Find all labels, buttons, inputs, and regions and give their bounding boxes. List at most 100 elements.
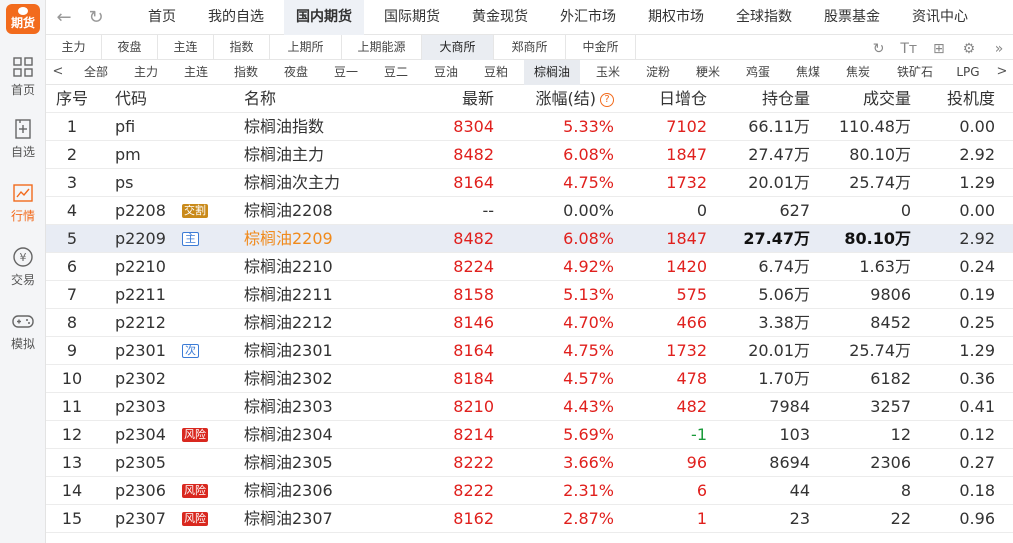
nav-tab-my-watchlist[interactable]: 我的自选 bbox=[196, 0, 276, 35]
sidebar-item-simulate[interactable]: 模拟 bbox=[0, 310, 46, 366]
header-daily-oi-change[interactable]: 日增仓 bbox=[626, 85, 707, 113]
table-row[interactable]: 1 pfi 棕榈油指数 8304 5.33% 7102 66.11万 110.48万 0.00 bbox=[46, 113, 1013, 141]
category-tab-night[interactable]: 夜盘 bbox=[276, 60, 316, 85]
category-tab-main[interactable]: 主力 bbox=[126, 60, 166, 85]
category-tab-soy-oil[interactable]: 豆油 bbox=[426, 60, 466, 85]
category-tab-all[interactable]: 全部 bbox=[76, 60, 116, 85]
table-row[interactable]: 2 pm 棕榈油主力 8482 6.08% 1847 27.47万 80.10万 2.92 bbox=[46, 141, 1013, 169]
exchange-tab-night[interactable]: 夜盘 bbox=[102, 35, 158, 60]
layout-grid-icon[interactable]: ⊞ bbox=[929, 40, 949, 58]
cell-code: p2301 bbox=[115, 341, 166, 360]
nav-tab-domestic-futures[interactable]: 国内期货 bbox=[284, 0, 364, 35]
nav-tab-home[interactable]: 首页 bbox=[134, 0, 190, 35]
header-name[interactable]: 名称 bbox=[244, 85, 404, 113]
header-volume[interactable]: 成交量 bbox=[816, 85, 911, 113]
table-row[interactable]: 7 p2211 棕榈油2211 8158 5.13% 575 5.06万 9806 0.19 bbox=[46, 281, 1013, 309]
sidebar-item-quotes[interactable]: 行情 bbox=[0, 182, 46, 238]
cell-daily-oi-change: 1 bbox=[696, 509, 707, 528]
category-tab-rice[interactable]: 粳米 bbox=[688, 60, 728, 85]
header-speculation[interactable]: 投机度 bbox=[926, 85, 995, 113]
header-change[interactable]: 涨幅(结)? bbox=[506, 85, 614, 113]
table-row[interactable]: 5 p2209 主 棕榈油2209 8482 6.08% 1847 27.47万 80.10万 2… bbox=[46, 225, 1013, 253]
table-row[interactable]: 13 p2305 棕榈油2305 8222 3.66% 96 8694 2306 0.27 bbox=[46, 449, 1013, 477]
table-row[interactable]: 15 p2307 风险 棕榈油2307 8162 2.87% 1 23 22 0.96 bbox=[46, 505, 1013, 533]
app-logo[interactable]: 期货 bbox=[6, 4, 40, 34]
table-row[interactable]: 6 p2210 棕榈油2210 8224 4.92% 1420 6.74万 1.63万 0.24 bbox=[46, 253, 1013, 281]
table-header: 序号 代码 名称 最新 涨幅(结)? 日增仓 持仓量 成交量 投机度 bbox=[46, 85, 1013, 113]
category-tab-index[interactable]: 指数 bbox=[226, 60, 266, 85]
category-tab-soybean2[interactable]: 豆二 bbox=[376, 60, 416, 85]
cell-volume: 0 bbox=[900, 201, 911, 220]
table-row[interactable]: 11 p2303 棕榈油2303 8210 4.43% 482 7984 3257 0.41 bbox=[46, 393, 1013, 421]
table-row[interactable]: 3 ps 棕榈油次主力 8164 4.75% 1732 20.01万 25.74万 1.29 bbox=[46, 169, 1013, 197]
cell-code: p2208 bbox=[115, 201, 166, 220]
nav-tab-forex[interactable]: 外汇市场 bbox=[548, 0, 628, 35]
category-tab-soy-meal[interactable]: 豆粕 bbox=[476, 60, 516, 85]
category-tab-starch[interactable]: 淀粉 bbox=[638, 60, 678, 85]
sidebar-item-watchlist[interactable]: 自选 bbox=[0, 118, 46, 174]
exchange-tab-main[interactable]: 主力 bbox=[46, 35, 102, 60]
cell-num: 12 bbox=[61, 425, 83, 444]
table-row[interactable]: 12 p2304 风险 棕榈油2304 8214 5.69% -1 103 12 0.12 bbox=[46, 421, 1013, 449]
cell-name: 棕榈油2301 bbox=[244, 341, 333, 360]
header-num[interactable]: 序号 bbox=[46, 85, 98, 113]
cell-change: 4.57% bbox=[563, 369, 614, 388]
table-row[interactable]: 9 p2301 次 棕榈油2301 8164 4.75% 1732 20.01万 25.74万 1… bbox=[46, 337, 1013, 365]
category-tab-continuous[interactable]: 主连 bbox=[176, 60, 216, 85]
table-row[interactable]: 4 p2208 交割 棕榈油2208 -- 0.00% 0 627 0 0.00 bbox=[46, 197, 1013, 225]
exchange-tab-index[interactable]: 指数 bbox=[214, 35, 270, 60]
refresh-icon[interactable]: ↻ bbox=[869, 40, 889, 58]
category-tab-soybean1[interactable]: 豆一 bbox=[326, 60, 366, 85]
grid-icon bbox=[13, 57, 33, 77]
category-tab-coke[interactable]: 焦炭 bbox=[838, 60, 878, 85]
cell-last: 8164 bbox=[453, 341, 494, 360]
cell-num: 1 bbox=[66, 117, 78, 136]
exchange-tab-ine[interactable]: 上期能源 bbox=[342, 35, 422, 60]
nav-tab-stocks-funds[interactable]: 股票基金 bbox=[812, 0, 892, 35]
cell-num: 13 bbox=[61, 453, 83, 472]
scroll-right-icon[interactable]: > bbox=[992, 60, 1012, 85]
cell-daily-oi-change: 1732 bbox=[666, 173, 707, 192]
cell-name: 棕榈油2208 bbox=[244, 201, 333, 220]
cell-last: 8214 bbox=[453, 425, 494, 444]
header-last[interactable]: 最新 bbox=[406, 85, 494, 113]
scroll-left-icon[interactable]: < bbox=[48, 60, 68, 85]
font-size-icon[interactable]: Tт bbox=[899, 40, 919, 58]
more-chevron-icon[interactable]: » bbox=[989, 40, 1009, 58]
cell-code: ps bbox=[115, 173, 134, 192]
header-code[interactable]: 代码 bbox=[115, 85, 185, 113]
exchange-tab-dce[interactable]: 大商所 bbox=[422, 35, 494, 60]
sidebar-item-label: 交易 bbox=[10, 273, 35, 287]
cell-volume: 110.48万 bbox=[839, 117, 911, 136]
exchange-tab-shfe[interactable]: 上期所 bbox=[270, 35, 342, 60]
sidebar-item-trade[interactable]: ¥ 交易 bbox=[0, 246, 46, 302]
header-open-interest[interactable]: 持仓量 bbox=[716, 85, 810, 113]
sidebar-item-home[interactable]: 首页 bbox=[0, 56, 46, 112]
table-row[interactable]: 8 p2212 棕榈油2212 8146 4.70% 466 3.38万 8452 0.25 bbox=[46, 309, 1013, 337]
left-sidebar: 期货 首页 自选 行情 ¥ 交易 模拟 bbox=[0, 0, 46, 543]
table-row[interactable]: 14 p2306 风险 棕榈油2306 8222 2.31% 6 44 8 0.18 bbox=[46, 477, 1013, 505]
nav-tab-intl-futures[interactable]: 国际期货 bbox=[372, 0, 452, 35]
back-arrow-icon[interactable]: ← bbox=[54, 8, 74, 28]
settings-gear-icon[interactable]: ⚙ bbox=[959, 40, 979, 58]
category-tab-egg[interactable]: 鸡蛋 bbox=[738, 60, 778, 85]
category-tab-coking-coal[interactable]: 焦煤 bbox=[788, 60, 828, 85]
exchange-tab-cffex[interactable]: 中金所 bbox=[566, 35, 636, 60]
reload-icon[interactable]: ↻ bbox=[86, 8, 106, 28]
nav-tab-news[interactable]: 资讯中心 bbox=[900, 0, 980, 35]
help-icon[interactable]: ? bbox=[600, 93, 614, 107]
category-tab-corn[interactable]: 玉米 bbox=[588, 60, 628, 85]
nav-tab-options[interactable]: 期权市场 bbox=[636, 0, 716, 35]
category-tab-lpg[interactable]: LPG bbox=[950, 60, 986, 85]
cell-change: 5.69% bbox=[563, 425, 614, 444]
category-tab-iron-ore[interactable]: 铁矿石 bbox=[888, 60, 942, 85]
category-tab-palm-oil[interactable]: 棕榈油 bbox=[524, 60, 580, 85]
exchange-tab-continuous[interactable]: 主连 bbox=[158, 35, 214, 60]
nav-tab-global-indices[interactable]: 全球指数 bbox=[724, 0, 804, 35]
table-row[interactable]: 10 p2302 棕榈油2302 8184 4.57% 478 1.70万 6182 0.36 bbox=[46, 365, 1013, 393]
cell-num: 8 bbox=[66, 313, 78, 332]
cell-change: 2.31% bbox=[563, 481, 614, 500]
exchange-tab-czce[interactable]: 郑商所 bbox=[494, 35, 566, 60]
nav-tab-gold-spot[interactable]: 黄金现货 bbox=[460, 0, 540, 35]
cell-open-interest: 1.70万 bbox=[758, 369, 810, 388]
